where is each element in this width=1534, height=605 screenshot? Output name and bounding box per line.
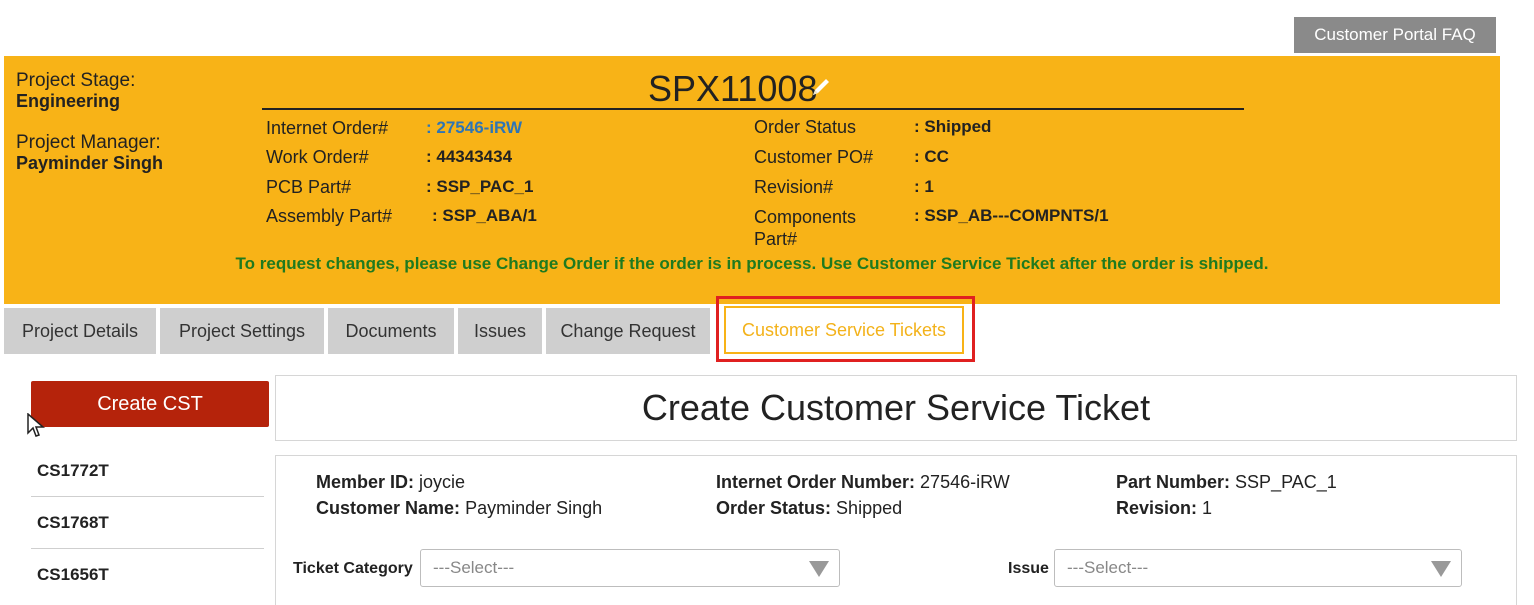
customer-po-value: : CC	[914, 147, 949, 166]
dropdown-arrow-icon	[809, 561, 829, 577]
internet-order-link[interactable]: : 27546-iRW	[426, 118, 522, 138]
member-id-value: joycie	[419, 472, 466, 492]
form-revision-value: 1	[1202, 498, 1213, 518]
ticket-category-select[interactable]: ---Select---	[420, 549, 840, 587]
internet-order-number-line: Internet Order Number: 27546-iRW	[716, 472, 1010, 493]
assembly-part-label: Assembly Part#	[266, 206, 393, 226]
internet-order-number-label: Internet Order Number:	[716, 472, 916, 492]
tab-issues[interactable]: Issues	[458, 308, 542, 354]
order-status-label: Order Status	[754, 117, 857, 137]
revision-label: Revision#	[754, 177, 834, 197]
edit-pencil-icon[interactable]	[810, 76, 832, 98]
project-banner: Project Stage: Engineering Project Manag…	[4, 56, 1500, 304]
work-order-value: : 44343434	[426, 147, 513, 166]
customer-name-label: Customer Name:	[316, 498, 461, 518]
assembly-part-value: : SSP_ABA/1	[432, 206, 537, 225]
dropdown-arrow-icon	[1431, 561, 1451, 577]
pcb-part-label: PCB Part#	[266, 177, 352, 197]
issue-select[interactable]: ---Select---	[1054, 549, 1462, 587]
list-item[interactable]: CS1768T	[31, 497, 264, 549]
member-id-line: Member ID: joycie	[316, 472, 465, 493]
form-order-status-label: Order Status:	[716, 498, 832, 518]
project-stage-label: Project Stage:	[16, 70, 136, 91]
ticket-list: CS1772T CS1768T CS1656T	[31, 445, 264, 601]
components-part-label: Components Part#	[754, 207, 857, 249]
part-number-line: Part Number: SSP_PAC_1	[1116, 472, 1337, 493]
part-number-value: SSP_PAC_1	[1235, 472, 1337, 492]
form-revision-line: Revision: 1	[1116, 498, 1212, 519]
list-item[interactable]: CS1772T	[31, 445, 264, 497]
project-stage-value: Engineering	[16, 91, 121, 111]
form-revision-label: Revision:	[1116, 498, 1198, 518]
project-tabs: Project Details Project Settings Documen…	[4, 308, 714, 354]
internet-order-number-value: 27546-iRW	[920, 472, 1010, 492]
tab-documents[interactable]: Documents	[328, 308, 454, 354]
work-order-label: Work Order#	[266, 147, 369, 167]
list-item[interactable]: CS1656T	[31, 549, 264, 601]
internet-order-label: Internet Order#	[266, 118, 389, 138]
member-id-label: Member ID:	[316, 472, 415, 492]
order-status-line: Order Status: Shipped	[716, 498, 902, 519]
ticket-category-selected: ---Select---	[433, 558, 515, 577]
form-order-status-value: Shipped	[836, 498, 903, 518]
ticket-info-panel: Member ID: joycie Customer Name: Paymind…	[275, 455, 1517, 605]
create-cst-button[interactable]: Create CST	[31, 381, 269, 427]
order-status-value: : Shipped	[914, 117, 992, 136]
title-divider	[262, 108, 1244, 110]
project-manager-label: Project Manager:	[16, 132, 161, 153]
project-title: SPX11008	[648, 68, 818, 109]
issue-selected: ---Select---	[1067, 558, 1149, 577]
issue-label: Issue	[1008, 560, 1049, 577]
form-title: Create Customer Service Ticket	[275, 375, 1517, 441]
tab-customer-service-tickets[interactable]: Customer Service Tickets	[724, 306, 964, 354]
tab-change-request[interactable]: Change Request	[546, 308, 710, 354]
mouse-cursor-icon	[27, 412, 46, 439]
customer-po-label: Customer PO#	[754, 147, 874, 167]
customer-portal-faq-button[interactable]: Customer Portal FAQ	[1294, 17, 1496, 53]
pcb-part-value: : SSP_PAC_1	[426, 177, 534, 196]
components-part-value: : SSP_AB---COMPNTS/1	[914, 206, 1109, 225]
ticket-category-label: Ticket Category	[293, 560, 413, 577]
revision-value: : 1	[914, 177, 934, 196]
part-number-label: Part Number:	[1116, 472, 1231, 492]
tab-project-settings[interactable]: Project Settings	[160, 308, 324, 354]
tab-project-details[interactable]: Project Details	[4, 308, 156, 354]
customer-name-value: Payminder Singh	[465, 498, 603, 518]
customer-name-line: Customer Name: Payminder Singh	[316, 498, 602, 519]
project-manager-value: Payminder Singh	[16, 153, 164, 173]
change-request-notice: To request changes, please use Change Or…	[235, 254, 1269, 273]
